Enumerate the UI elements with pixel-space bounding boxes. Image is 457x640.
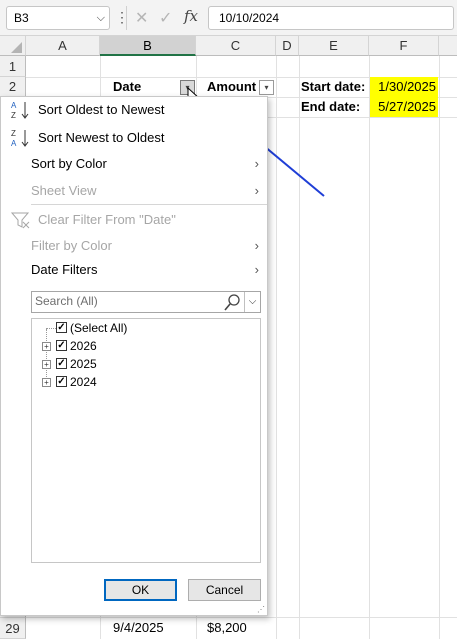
expand-icon[interactable]: + xyxy=(42,378,51,387)
tree-item-2025[interactable]: + ✓ 2025 xyxy=(32,355,260,373)
search-placeholder: Search (All) xyxy=(35,294,98,308)
chevron-right-icon: › xyxy=(254,238,259,253)
sort-ascending-icon: AZ xyxy=(11,100,31,120)
sort-oldest-to-newest[interactable]: AZ Sort Oldest to Newest xyxy=(1,98,267,122)
sort-by-color[interactable]: Sort by Color › xyxy=(1,152,267,176)
tree-item-2024[interactable]: + ✓ 2024 xyxy=(32,373,260,391)
sort-by-color-label: Sort by Color xyxy=(31,156,107,171)
tree-item-label: 2026 xyxy=(70,339,97,353)
filter-by-color: Filter by Color › xyxy=(1,234,267,258)
cancel-button[interactable]: Cancel xyxy=(188,579,261,601)
checkbox[interactable]: ✓ xyxy=(56,358,67,369)
sort-newest-label: Sort Newest to Oldest xyxy=(38,130,165,145)
menu-separator xyxy=(31,204,267,205)
sort-descending-icon: ZA xyxy=(11,128,31,148)
svg-text:Z: Z xyxy=(11,111,16,120)
clear-filter: Clear Filter From "Date" xyxy=(1,208,267,232)
sort-oldest-label: Sort Oldest to Newest xyxy=(38,102,165,117)
chevron-right-icon: › xyxy=(254,156,259,171)
checkbox[interactable]: ✓ xyxy=(56,376,67,387)
date-filters[interactable]: Date Filters › xyxy=(1,258,267,282)
tree-item-select-all[interactable]: ✓ (Select All) xyxy=(32,319,260,337)
checkbox[interactable]: ✓ xyxy=(56,322,67,333)
svg-text:A: A xyxy=(11,101,17,110)
search-icon xyxy=(224,294,240,311)
clear-filter-icon xyxy=(10,210,31,230)
sheet-view-label: Sheet View xyxy=(31,183,97,198)
filter-search-input[interactable]: Search (All) ⌵ xyxy=(31,291,261,313)
autofilter-menu: AZ Sort Oldest to Newest ZA Sort Newest … xyxy=(0,96,268,616)
chevron-right-icon: › xyxy=(254,262,259,277)
clear-filter-label: Clear Filter From "Date" xyxy=(38,212,176,227)
tree-item-label: 2024 xyxy=(70,375,97,389)
chevron-down-icon[interactable]: ⌵ xyxy=(244,292,260,312)
tree-item-label: 2025 xyxy=(70,357,97,371)
tree-item-2026[interactable]: + ✓ 2026 xyxy=(32,337,260,355)
ok-button[interactable]: OK xyxy=(104,579,177,601)
sheet-view: Sheet View › xyxy=(1,179,267,203)
filter-by-color-label: Filter by Color xyxy=(31,238,112,253)
svg-text:A: A xyxy=(11,139,17,148)
resize-grip-icon[interactable]: ⋰ xyxy=(257,606,265,614)
checkbox[interactable]: ✓ xyxy=(56,340,67,351)
sort-newest-to-oldest[interactable]: ZA Sort Newest to Oldest xyxy=(1,126,267,150)
filter-value-tree: ✓ (Select All) + ✓ 2026 + ✓ 2025 + ✓ 202… xyxy=(31,318,261,563)
svg-text:Z: Z xyxy=(11,129,16,138)
expand-icon[interactable]: + xyxy=(42,342,51,351)
expand-icon[interactable]: + xyxy=(42,360,51,369)
date-filters-label: Date Filters xyxy=(31,262,98,277)
tree-item-label: (Select All) xyxy=(70,321,128,335)
chevron-right-icon: › xyxy=(254,183,259,198)
